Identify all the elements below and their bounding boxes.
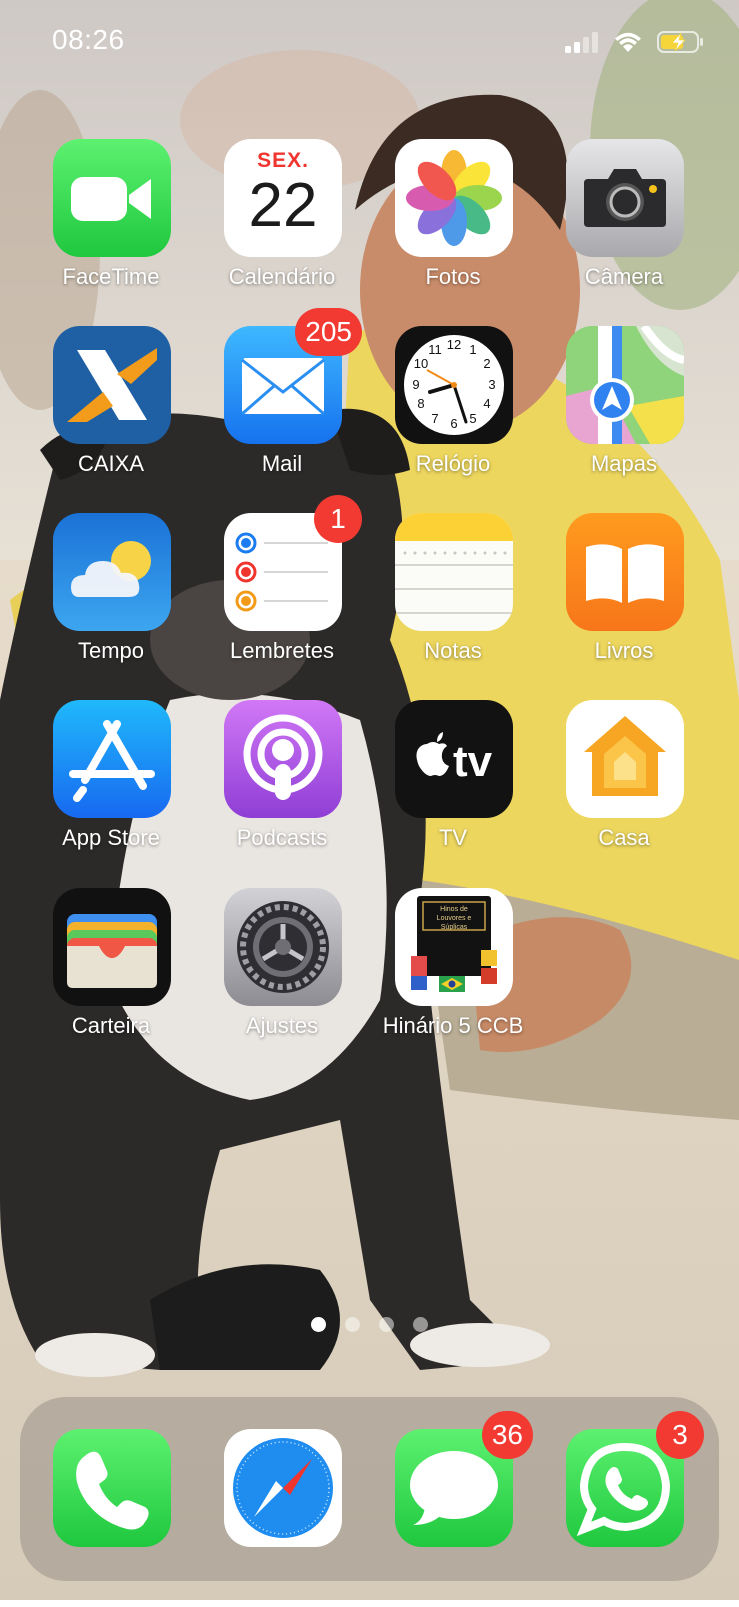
app-carteira[interactable]: Carteira [26, 888, 196, 1066]
svg-text:5: 5 [469, 411, 476, 426]
app-label: Livros [594, 638, 654, 663]
svg-text:3: 3 [488, 377, 495, 392]
safari-icon [224, 1429, 342, 1547]
page-indicator[interactable] [0, 1317, 739, 1332]
svg-text:7: 7 [431, 411, 438, 426]
wallet-icon [53, 888, 171, 1006]
dock-app-safari[interactable] [197, 1429, 367, 1607]
app-label: App Store [62, 825, 160, 850]
reminders-badge: 1 [314, 495, 362, 543]
svg-text:6: 6 [450, 416, 457, 431]
app-livros[interactable]: Livros [539, 513, 709, 691]
app-label: CAIXA [77, 451, 145, 476]
app-label: Tempo [77, 638, 145, 663]
svg-text:12: 12 [447, 337, 461, 352]
app-notas[interactable]: Notas [368, 513, 538, 691]
battery-charging-icon [657, 31, 703, 53]
page-dot[interactable] [413, 1317, 428, 1332]
app-label: Podcasts [236, 825, 328, 850]
app-caixa[interactable]: CAIXA [26, 326, 196, 504]
app-label: Mail [261, 451, 303, 476]
app-relogio[interactable]: 12 1 2 345 678 9 10 11 Relógio [368, 326, 538, 504]
app-label: Notas [424, 638, 482, 663]
messages-badge: 36 [481, 1411, 533, 1459]
whatsapp-badge: 3 [656, 1411, 704, 1459]
dock-app-phone[interactable] [26, 1429, 196, 1607]
app-label: Relógio [415, 451, 491, 476]
app-lembretes[interactable]: 1 Lembretes [197, 495, 367, 691]
cellular-signal-icon [565, 32, 598, 53]
wifi-icon [615, 32, 641, 52]
svg-text:4: 4 [483, 396, 490, 411]
page-dot[interactable] [311, 1317, 326, 1332]
app-label: Hinário 5 CCB [382, 1013, 524, 1038]
app-label: Lembretes [230, 638, 334, 663]
calendar-day-number: 22 [248, 171, 318, 240]
app-mapas[interactable]: Mapas [539, 326, 709, 504]
podcasts-icon [224, 700, 342, 818]
hinario-icon-title: Hinos de Louvores e Súplicas [436, 906, 472, 931]
app-label: Casa [598, 825, 650, 850]
app-label: Mapas [590, 451, 658, 476]
app-camera[interactable]: Câmera [539, 139, 709, 317]
phone-icon [53, 1429, 171, 1547]
app-label: Fotos [425, 264, 481, 289]
app-label: Carteira [71, 1013, 151, 1038]
app-app-store[interactable]: App Store [26, 700, 196, 878]
dock-app-whatsapp[interactable]: 3 [539, 1411, 709, 1607]
app-mail[interactable]: 205 Mail [197, 308, 367, 504]
app-label: Ajustes [245, 1013, 319, 1038]
app-facetime[interactable]: FaceTime [26, 139, 196, 317]
camera-icon [566, 139, 684, 257]
app-casa[interactable]: Casa [539, 700, 709, 878]
hinario-icon: Hinos de Louvores e Súplicas [395, 888, 513, 1006]
app-fotos[interactable]: Fotos [368, 139, 538, 317]
settings-gear-icon [224, 888, 342, 1006]
app-label: TV [438, 825, 468, 850]
app-label: Câmera [584, 264, 664, 289]
maps-icon [566, 326, 684, 444]
books-icon [566, 513, 684, 631]
home-app-icon [566, 700, 684, 818]
notes-icon [395, 513, 513, 631]
svg-text:9: 9 [412, 377, 419, 392]
app-label: Calendário [228, 264, 336, 289]
status-icons [565, 30, 705, 54]
mail-badge: 205 [295, 308, 362, 356]
facetime-icon [53, 139, 171, 257]
svg-text:tv: tv [453, 737, 493, 786]
app-tempo[interactable]: Tempo [26, 513, 196, 691]
caixa-icon [53, 326, 171, 444]
clock-icon: 12 1 2 345 678 9 10 11 [395, 326, 513, 444]
svg-text:11: 11 [428, 342, 442, 357]
app-podcasts[interactable]: Podcasts [197, 700, 367, 878]
page-dot[interactable] [345, 1317, 360, 1332]
status-time: 08:26 [52, 24, 125, 55]
dock-app-messages[interactable]: 36 [368, 1411, 538, 1607]
app-tv[interactable]: tv TV [368, 700, 538, 878]
svg-text:10: 10 [414, 356, 428, 371]
svg-text:1: 1 [469, 342, 476, 357]
app-calendario[interactable]: SEX. 22 Calendário [197, 139, 367, 317]
calendar-icon: SEX. 22 [224, 139, 342, 257]
tv-icon: tv [395, 700, 513, 818]
dock: 36 3 [20, 1397, 719, 1581]
app-store-icon [53, 700, 171, 818]
app-label: FaceTime [62, 264, 160, 289]
app-hinario-5-ccb[interactable]: Hinos de Louvores e Súplicas Hinário 5 C… [368, 888, 538, 1066]
status-bar: 08:26 [0, 0, 739, 90]
svg-text:8: 8 [417, 396, 424, 411]
svg-text:2: 2 [483, 356, 490, 371]
app-ajustes[interactable]: Ajustes [197, 888, 367, 1066]
weather-icon [53, 513, 171, 631]
page-dot[interactable] [379, 1317, 394, 1332]
photos-icon [395, 139, 513, 257]
